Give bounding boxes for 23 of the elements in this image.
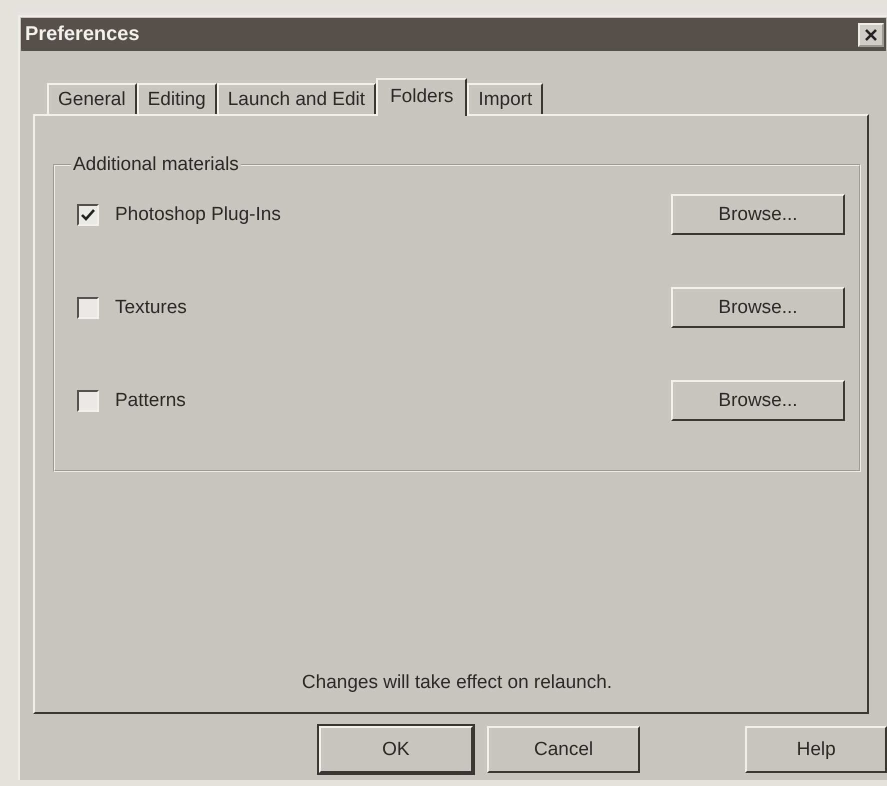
dialog-button[interactable]: Help (745, 726, 887, 773)
group-title: Additional materials (72, 154, 240, 176)
checkbox-label: Patterns (115, 390, 186, 412)
dialog-button[interactable]: Cancel (486, 726, 640, 773)
checkbox[interactable] (77, 204, 99, 226)
tab[interactable]: Editing (136, 83, 217, 114)
close-icon (864, 28, 878, 42)
tab[interactable]: General (47, 83, 137, 114)
browse-button[interactable]: Browse... (671, 287, 845, 328)
close-button[interactable] (858, 22, 884, 46)
browse-button[interactable]: Browse... (671, 194, 845, 235)
browse-button[interactable]: Browse... (671, 380, 845, 421)
checkbox-label: Textures (115, 296, 187, 318)
checkbox[interactable] (77, 390, 99, 412)
checkbox[interactable] (77, 296, 99, 318)
checkbox-label: Photoshop Plug-Ins (115, 204, 281, 226)
tab[interactable]: Launch and Edit (216, 83, 376, 114)
tab[interactable]: Import (467, 83, 544, 114)
checkmark-icon (81, 208, 95, 220)
tab[interactable]: Folders (376, 78, 468, 116)
relaunch-note: Changes will take effect on relaunch. (300, 672, 614, 694)
dialog-button[interactable]: OK (319, 726, 473, 773)
window-title: Preferences (25, 23, 140, 46)
